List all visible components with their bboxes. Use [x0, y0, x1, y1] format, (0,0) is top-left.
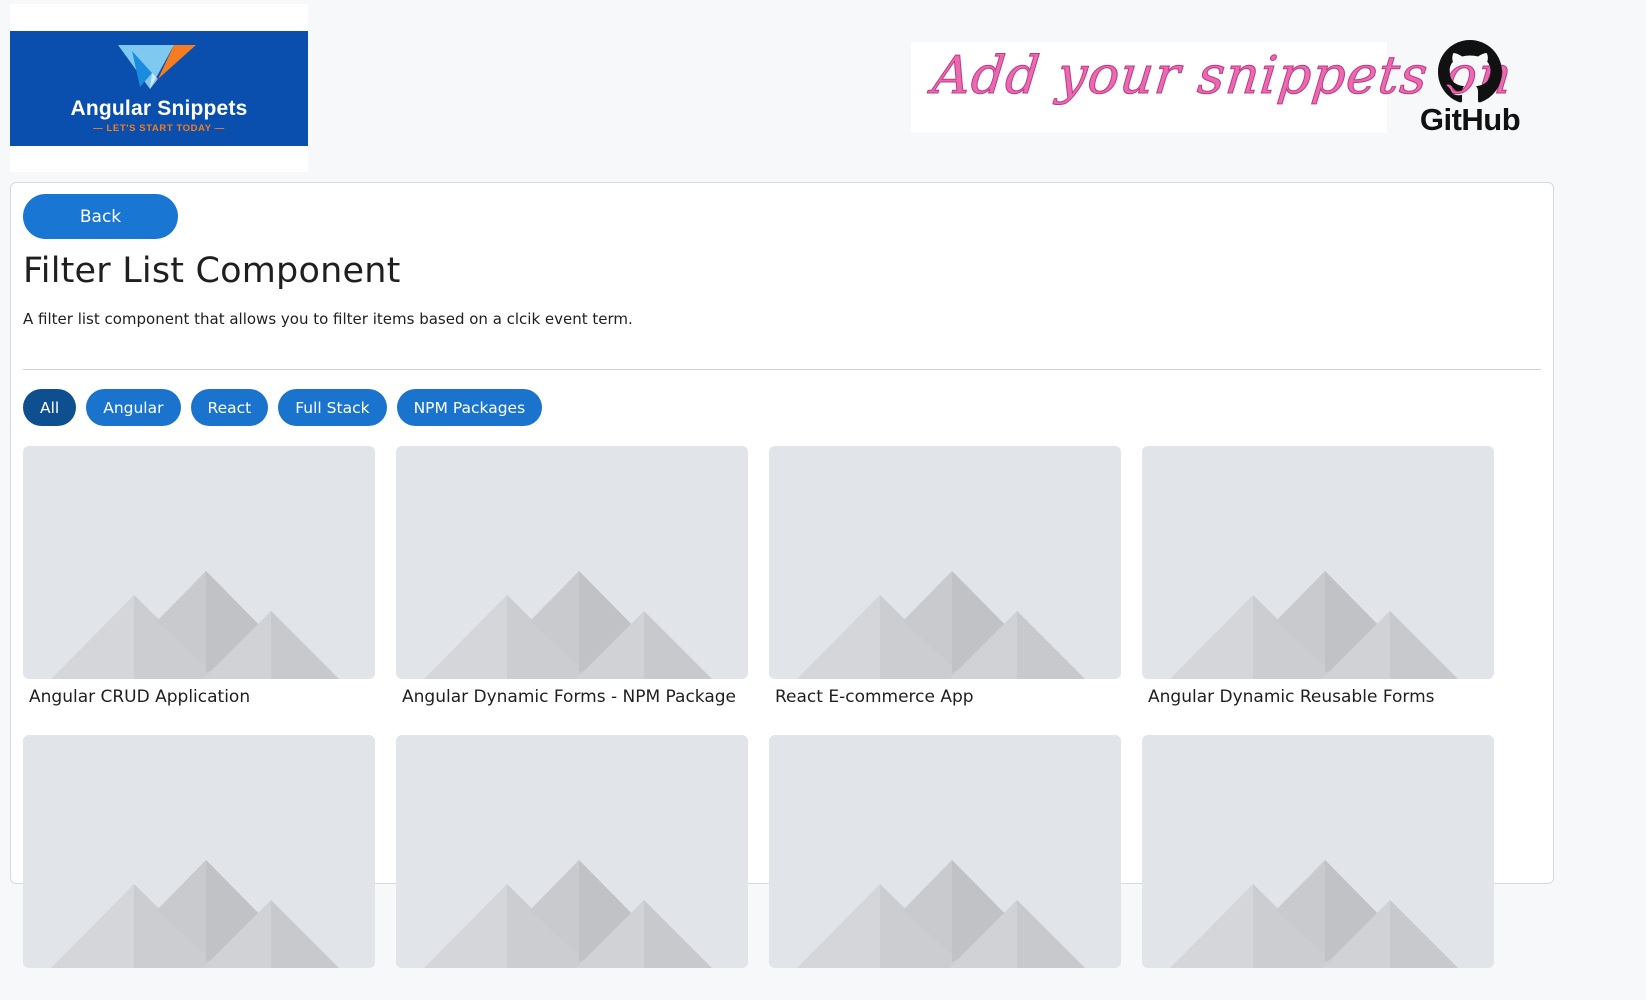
- filter-chip-npm-packages[interactable]: NPM Packages: [396, 389, 543, 426]
- snippet-card[interactable]: [396, 735, 748, 1000]
- snippet-card[interactable]: Angular Dynamic Reusable Forms: [1142, 446, 1494, 711]
- page-title: Filter List Component: [23, 251, 401, 291]
- logo-tagline: — LET'S START TODAY —: [93, 123, 225, 134]
- filter-chip-react[interactable]: React: [190, 389, 269, 426]
- snippet-card[interactable]: Angular Dynamic Forms - NPM Package: [396, 446, 748, 711]
- logo-container[interactable]: Angular Snippets — LET'S START TODAY —: [10, 4, 308, 172]
- divider: [23, 369, 1541, 370]
- snippet-title: [23, 976, 375, 1000]
- snippet-thumbnail: [769, 735, 1121, 968]
- snippet-card[interactable]: React E-commerce App: [769, 446, 1121, 711]
- back-button[interactable]: Back: [23, 194, 178, 239]
- snippet-title: [396, 976, 748, 1000]
- snippet-thumbnail: [23, 446, 375, 679]
- snippet-grid: Angular CRUD Application Angular Dynamic…: [23, 446, 1494, 1000]
- github-label: GitHub: [1419, 102, 1521, 137]
- filter-chip-all[interactable]: All: [23, 389, 77, 426]
- snippet-thumbnail: [1142, 735, 1494, 968]
- page-description: A filter list component that allows you …: [23, 310, 633, 328]
- image-placeholder-icon: [51, 571, 339, 679]
- image-placeholder-icon: [51, 860, 339, 968]
- snippet-thumbnail: [1142, 446, 1494, 679]
- github-octocat-icon: [1438, 40, 1502, 103]
- snippet-thumbnail: [396, 446, 748, 679]
- logo-title: Angular Snippets: [70, 97, 248, 120]
- snippet-card[interactable]: Angular CRUD Application: [23, 446, 375, 711]
- snippet-card[interactable]: [769, 735, 1121, 1000]
- snippet-title: React E-commerce App: [775, 687, 974, 707]
- snippet-thumbnail: [23, 735, 375, 968]
- snippet-title: Angular CRUD Application: [29, 687, 251, 707]
- snippet-thumbnail: [769, 446, 1121, 679]
- angular-snippets-logo[interactable]: Angular Snippets — LET'S START TODAY —: [10, 31, 308, 146]
- snippet-title: [769, 976, 1121, 1000]
- image-placeholder-icon: [797, 571, 1085, 679]
- github-promo-banner[interactable]: Add your snippets on: [911, 42, 1516, 133]
- main-card: Back Filter List Component A filter list…: [10, 182, 1554, 968]
- filter-bar: All Angular React Full Stack NPM Package…: [23, 389, 543, 426]
- filter-chip-full-stack[interactable]: Full Stack: [278, 389, 387, 426]
- paper-plane-logo-icon: [118, 45, 196, 89]
- image-placeholder-icon: [797, 860, 1085, 968]
- filter-chip-angular[interactable]: Angular: [86, 389, 181, 426]
- snippet-card[interactable]: [23, 735, 375, 1000]
- snippet-thumbnail: [396, 735, 748, 968]
- image-placeholder-icon: [424, 571, 712, 679]
- github-link[interactable]: GitHub: [1414, 40, 1526, 137]
- snippet-title: Angular Dynamic Reusable Forms: [1148, 687, 1435, 707]
- snippet-title: Angular Dynamic Forms - NPM Package: [402, 687, 737, 707]
- image-placeholder-icon: [1170, 860, 1458, 968]
- image-placeholder-icon: [1170, 571, 1458, 679]
- snippet-card[interactable]: [1142, 735, 1494, 1000]
- snippet-title: [1142, 976, 1494, 1000]
- image-placeholder-icon: [424, 860, 712, 968]
